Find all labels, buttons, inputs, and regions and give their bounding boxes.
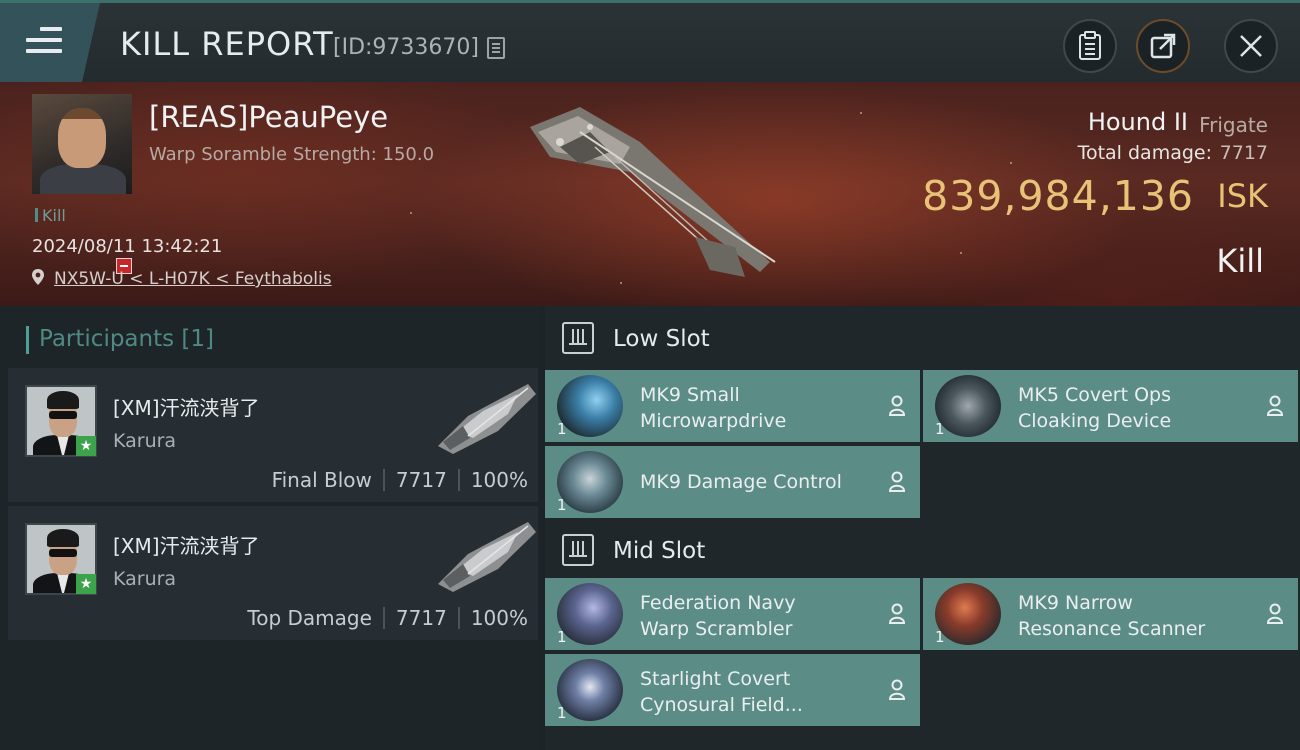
participant-row[interactable]: ★ [XM]汗流浃背了 Karura Top Damage 7717 100%: [8, 506, 538, 640]
module-quantity: 1: [557, 628, 567, 646]
person-icon[interactable]: [888, 603, 906, 625]
participant-ship: Karura: [113, 568, 177, 590]
warp-scrambler-icon: [557, 583, 623, 645]
module-name: MK5 Covert Ops Cloaking Device: [1018, 384, 1172, 432]
kill-tag: Kill: [35, 206, 66, 225]
victim-banner: [REAS]PeauPeye Warp Soramble Strength: 1…: [0, 82, 1300, 306]
copy-id-icon[interactable]: [487, 37, 505, 59]
person-icon[interactable]: [888, 395, 906, 417]
module-quantity: 1: [935, 420, 945, 438]
close-icon: [1240, 35, 1262, 57]
low-slot-header: Low Slot: [545, 306, 1300, 368]
ship-name[interactable]: Hound II: [1088, 108, 1188, 136]
module-quantity: 1: [935, 628, 945, 646]
mid-slot-header: Mid Slot: [545, 518, 1300, 580]
total-damage-value: 7717: [1219, 142, 1268, 164]
participant-damage: 7717: [395, 606, 447, 630]
kill-date: 2024/08/11 13:42:21: [32, 236, 223, 257]
module-item[interactable]: 1 Federation Navy Warp Scrambler: [545, 578, 920, 650]
victim-avatar[interactable]: [32, 94, 132, 194]
result-label: Kill: [1216, 242, 1264, 280]
clipboard-button[interactable]: [1063, 19, 1117, 73]
standing-star-icon: ★: [76, 436, 96, 456]
participant-role: Top Damage: [247, 606, 372, 630]
participant-stats: Final Blow 7717 100%: [272, 468, 528, 492]
participants-header: Participants [1]: [26, 326, 214, 354]
participant-name: [XM]汗流浃背了: [113, 396, 260, 420]
ship-class: Frigate: [1199, 113, 1268, 137]
participant-ship-image: [438, 522, 536, 592]
standing-star-icon: ★: [76, 574, 96, 594]
person-icon[interactable]: [1266, 395, 1284, 417]
module-name: MK9 Small Microwarpdrive: [640, 384, 787, 432]
person-icon[interactable]: [888, 679, 906, 701]
location-pin-icon: [32, 269, 44, 285]
total-damage-label: Total damage:: [1077, 142, 1212, 164]
module-item[interactable]: 1 MK9 Narrow Resonance Scanner: [923, 578, 1298, 650]
participant-damage: 7717: [395, 468, 447, 492]
microwarpdrive-icon: [557, 375, 623, 437]
top-bar: KILL REPORT [ID:9733670]: [0, 0, 1300, 82]
fitting-panel: Low Slot 1 MK9 Small Microwarpdrive 1 MK5…: [545, 306, 1300, 750]
module-name: MK9 Narrow Resonance Scanner: [1018, 592, 1206, 640]
victim-name[interactable]: [REAS]PeauPeye: [149, 100, 388, 134]
person-icon[interactable]: [1266, 603, 1284, 625]
isk-value: 839,984,136: [922, 172, 1194, 220]
damage-control-icon: [557, 451, 623, 513]
module-quantity: 1: [557, 420, 567, 438]
cynosural-field-icon: [557, 659, 623, 721]
participant-row[interactable]: ★ [XM]汗流浃背了 Karura Final Blow 7717 100%: [8, 368, 538, 502]
module-item[interactable]: 1 MK9 Small Microwarpdrive: [545, 370, 920, 442]
module-quantity: 1: [557, 496, 567, 514]
participant-percent: 100%: [470, 606, 528, 630]
participants-panel: Participants [1] ★ [XM]汗流浃背了 Karura Fina…: [0, 306, 540, 750]
participant-name: [XM]汗流浃背了: [113, 534, 260, 558]
kill-location-link[interactable]: NX5W-U < L-H07K < Feythabolis: [54, 269, 332, 289]
share-icon: [1150, 33, 1176, 59]
participant-stats: Top Damage 7717 100%: [247, 606, 528, 630]
module-item[interactable]: 1 MK9 Damage Control: [545, 446, 920, 518]
person-icon[interactable]: [888, 471, 906, 493]
mid-slot-icon: [562, 534, 594, 566]
cloaking-device-icon: [935, 375, 1001, 437]
participant-ship-image: [438, 384, 536, 454]
hamburger-menu-icon: [26, 27, 62, 57]
mid-slot-label: Mid Slot: [613, 538, 706, 564]
clipboard-icon: [1079, 31, 1101, 60]
module-name: Starlight Covert Cynosural Field...: [640, 668, 803, 716]
participant-ship: Karura: [113, 430, 177, 452]
share-button[interactable]: [1136, 19, 1190, 73]
module-quantity: 1: [557, 704, 567, 722]
victim-ship-image: [530, 107, 776, 277]
resonance-scanner-icon: [935, 583, 1001, 645]
module-item[interactable]: 1 MK5 Covert Ops Cloaking Device: [923, 370, 1298, 442]
isk-unit: ISK: [1217, 177, 1268, 215]
page-title: KILL REPORT: [120, 25, 334, 63]
warp-scramble-strength: Warp Soramble Strength: 150.0: [149, 144, 435, 165]
close-button[interactable]: [1224, 19, 1278, 73]
low-slot-icon: [562, 322, 594, 354]
module-name: MK9 Damage Control: [640, 471, 842, 493]
module-item[interactable]: 1 Starlight Covert Cynosural Field...: [545, 654, 920, 726]
low-slot-label: Low Slot: [613, 326, 710, 352]
participant-percent: 100%: [470, 468, 528, 492]
report-id: [ID:9733670]: [333, 35, 479, 60]
menu-button[interactable]: [0, 3, 100, 82]
participant-role: Final Blow: [271, 468, 372, 492]
module-name: Federation Navy Warp Scrambler: [640, 592, 796, 640]
